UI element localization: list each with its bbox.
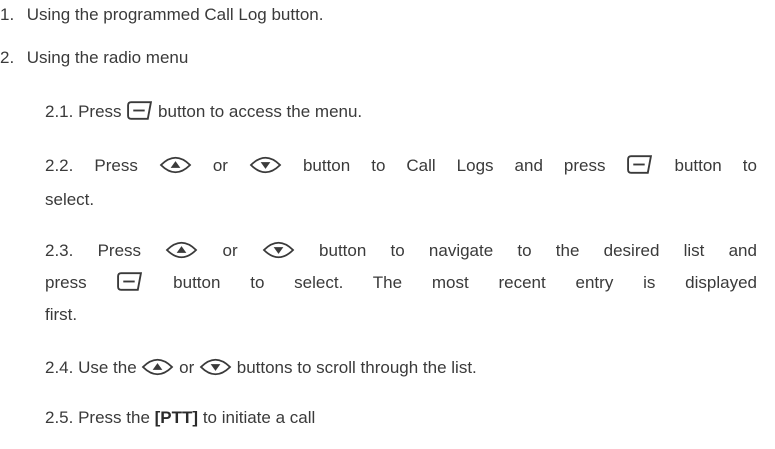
up-arrow-key-icon <box>165 239 198 261</box>
menu-ok-key-icon <box>126 100 153 121</box>
list-item-1: 1. Using the programmed Call Log button. <box>0 4 323 26</box>
step-2-3-line-2: press button to select. The most recent … <box>45 272 757 294</box>
menu-ok-key-icon <box>116 271 143 292</box>
step-text: button to access the menu. <box>158 102 363 121</box>
step-text: Press <box>78 102 122 121</box>
step-text: button to Call Logs and press <box>302 156 606 175</box>
step-number: 2.2. <box>45 156 74 175</box>
up-arrow-key-icon <box>159 154 192 176</box>
list-number: 2. <box>0 48 15 67</box>
step-text: or <box>222 241 238 260</box>
step-2-2: 2.2. Press or button to Call Logs and pr… <box>45 155 757 178</box>
step-text: Press <box>97 241 142 260</box>
step-text: button to <box>674 156 757 175</box>
step-text: Use the <box>78 358 137 377</box>
step-text: to initiate a call <box>202 408 316 427</box>
step-number: 2.3. <box>45 241 74 260</box>
step-text: or <box>212 156 228 175</box>
step-2-2-continuation: select. <box>45 189 94 211</box>
down-arrow-key-icon <box>262 239 295 261</box>
down-arrow-key-icon <box>249 154 282 176</box>
step-2-5: 2.5. Press the [PTT] to initiate a call <box>45 407 315 429</box>
up-arrow-key-icon <box>141 356 174 378</box>
step-number: 2.4. <box>45 358 74 377</box>
step-text: or <box>179 358 195 377</box>
ptt-key-label: [PTT] <box>154 408 199 427</box>
step-2-3-continuation: first. <box>45 304 77 326</box>
step-text: press <box>45 273 87 292</box>
step-text: Press the <box>78 408 150 427</box>
step-text: button to navigate to the desired list a… <box>319 241 757 260</box>
step-number: 2.1. <box>45 102 74 121</box>
step-2-4: 2.4. Use the or buttons to scroll throug… <box>45 357 477 380</box>
list-text: Using the radio menu <box>26 48 189 67</box>
list-text: Using the programmed Call Log button. <box>26 5 324 24</box>
list-number: 1. <box>0 5 15 24</box>
step-number: 2.5. <box>45 408 74 427</box>
step-2-3: 2.3. Press or button to navigate to the … <box>45 240 757 263</box>
document-page: { "items": [ {"num": "1.", "text": "Usin… <box>0 0 775 449</box>
step-text: Press <box>94 156 138 175</box>
step-text: button to select. The most recent entry … <box>173 273 757 292</box>
down-arrow-key-icon <box>199 356 232 378</box>
list-item-2: 2. Using the radio menu <box>0 47 188 69</box>
step-text: select. <box>45 190 95 209</box>
menu-ok-key-icon <box>626 154 653 175</box>
step-2-1: 2.1. Press button to access the menu. <box>45 101 362 123</box>
step-text: buttons to scroll through the list. <box>236 358 477 377</box>
step-text: first. <box>45 305 78 324</box>
